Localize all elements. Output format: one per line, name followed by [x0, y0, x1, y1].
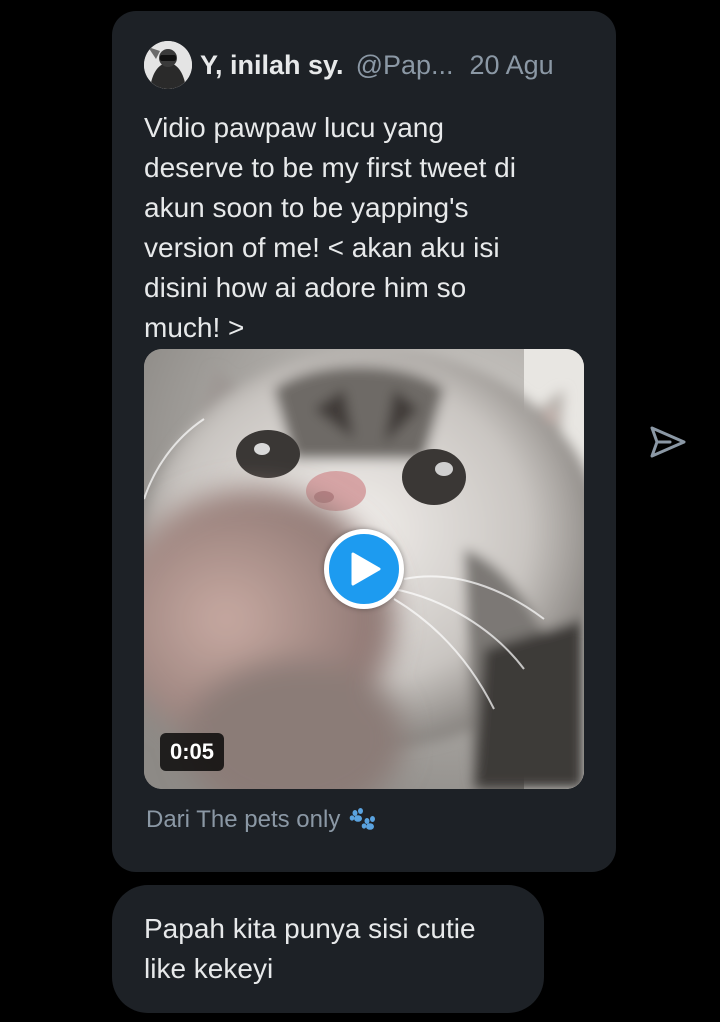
author-avatar[interactable]: [144, 41, 192, 89]
message-bubble[interactable]: Papah kita punya sisi cutie like kekeyi: [112, 885, 544, 1013]
paw-prints-icon: [350, 808, 376, 830]
avatar-photo-icon: [144, 41, 192, 89]
play-button[interactable]: [324, 529, 404, 609]
tweet-text: Vidio pawpaw lucu yang deserve to be my …: [144, 112, 516, 343]
share-button[interactable]: [648, 424, 688, 460]
send-icon: [650, 426, 686, 458]
author-handle[interactable]: @Pap...: [356, 50, 454, 81]
source-label: Dari The pets only: [146, 806, 341, 833]
play-icon: [351, 552, 381, 586]
dm-conversation: Y, inilah sy. @Pap... 20 Agu Vidio pawpa…: [0, 0, 720, 1022]
shared-tweet-card[interactable]: Y, inilah sy. @Pap... 20 Agu Vidio pawpa…: [112, 11, 616, 872]
video-duration: 0:05: [160, 733, 225, 771]
message-text: Papah kita punya sisi cutie like kekeyi: [144, 913, 476, 984]
tweet-source: Dari The pets only: [146, 806, 378, 834]
tweet-header: Y, inilah sy. @Pap... 20 Agu: [144, 41, 604, 89]
tweet-date: 20 Agu: [469, 49, 554, 80]
author-name[interactable]: Y, inilah sy.: [200, 50, 344, 81]
